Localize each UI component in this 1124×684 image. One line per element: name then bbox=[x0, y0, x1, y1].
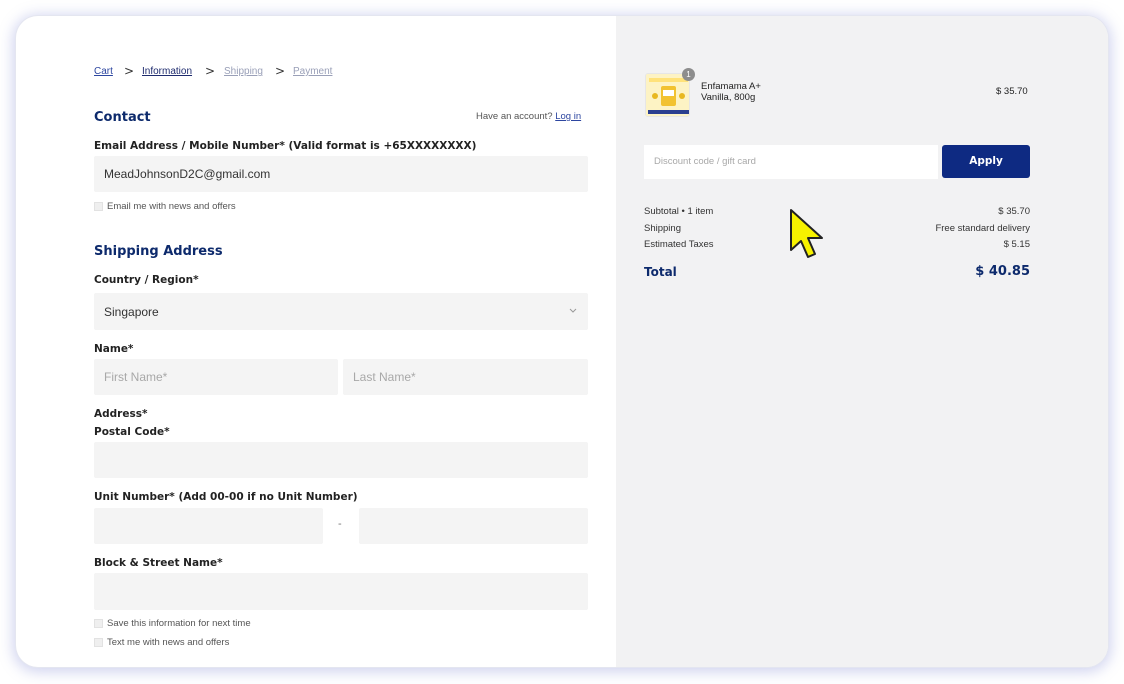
breadcrumb-shipping-link[interactable]: Shipping bbox=[224, 66, 263, 77]
newsletter-checkbox[interactable] bbox=[94, 202, 103, 211]
total-label: Total bbox=[644, 265, 677, 279]
street-name-input[interactable] bbox=[94, 573, 588, 610]
taxes-value: $ 5.15 bbox=[1003, 239, 1030, 250]
discount-code-input[interactable]: Discount code / gift card bbox=[644, 145, 938, 179]
newsletter-label: Email me with news and offers bbox=[107, 201, 236, 212]
mouse-cursor-icon bbox=[790, 209, 823, 258]
name-label: Name* bbox=[94, 343, 134, 355]
product-image-icon bbox=[646, 74, 689, 116]
chevron-down-icon bbox=[569, 308, 577, 313]
product-name-line2: Vanilla, 800g bbox=[701, 92, 756, 103]
country-label: Country / Region* bbox=[94, 274, 199, 286]
order-summary-panel: 1 Enfamama A+ Vanilla, 800g $ 35.70 Disc… bbox=[616, 16, 1108, 667]
save-info-checkbox[interactable] bbox=[94, 619, 103, 628]
country-select[interactable]: Singapore bbox=[94, 293, 588, 330]
account-prompt-text: Have an account? bbox=[476, 111, 553, 122]
product-name-line1: Enfamama A+ bbox=[701, 81, 761, 92]
subtotal-value: $ 35.70 bbox=[998, 206, 1030, 217]
shipping-value: Free standard delivery bbox=[935, 223, 1030, 234]
login-link[interactable]: Log in bbox=[555, 111, 581, 122]
total-value: $ 40.85 bbox=[975, 264, 1030, 279]
product-price: $ 35.70 bbox=[996, 86, 1028, 97]
product-name: Enfamama A+ Vanilla, 800g bbox=[701, 81, 761, 103]
address-label: Address* bbox=[94, 408, 148, 420]
street-name-label: Block & Street Name* bbox=[94, 557, 223, 569]
last-name-placeholder: Last Name* bbox=[353, 370, 416, 384]
shipping-address-heading: Shipping Address bbox=[94, 244, 223, 259]
postal-code-label: Postal Code* bbox=[94, 426, 170, 438]
breadcrumb-payment-link[interactable]: Payment bbox=[293, 66, 332, 77]
email-value: MeadJohnsonD2C@gmail.com bbox=[104, 167, 271, 181]
breadcrumb-information-link[interactable]: Information bbox=[142, 66, 192, 77]
account-prompt: Have an account? Log in bbox=[476, 111, 581, 122]
subtotal-label: Subtotal • 1 item bbox=[644, 206, 714, 217]
sms-checkbox[interactable] bbox=[94, 638, 103, 647]
checkout-window: Cart > Information > Shipping > Payment … bbox=[16, 16, 1108, 667]
first-name-input[interactable]: First Name* bbox=[94, 359, 338, 395]
taxes-label: Estimated Taxes bbox=[644, 239, 714, 250]
last-name-input[interactable]: Last Name* bbox=[343, 359, 588, 395]
apply-button[interactable]: Apply bbox=[942, 145, 1030, 178]
shipping-label: Shipping bbox=[644, 223, 681, 234]
product-thumbnail bbox=[645, 73, 690, 117]
contact-heading: Contact bbox=[94, 110, 151, 125]
unit-number-label: Unit Number* (Add 00-00 if no Unit Numbe… bbox=[94, 491, 358, 503]
unit-number-floor-input[interactable] bbox=[94, 508, 323, 544]
save-info-label: Save this information for next time bbox=[107, 618, 251, 629]
postal-code-input[interactable] bbox=[94, 442, 588, 478]
chevron-right-icon: > bbox=[124, 64, 135, 78]
email-label: Email Address / Mobile Number* (Valid fo… bbox=[94, 140, 477, 152]
unit-number-unit-input[interactable] bbox=[359, 508, 588, 544]
quantity-badge: 1 bbox=[682, 68, 695, 81]
sms-label: Text me with news and offers bbox=[107, 637, 230, 648]
country-value: Singapore bbox=[104, 304, 159, 319]
unit-separator: - bbox=[338, 518, 342, 530]
email-field[interactable]: MeadJohnsonD2C@gmail.com bbox=[94, 156, 588, 192]
first-name-placeholder: First Name* bbox=[104, 370, 168, 384]
chevron-right-icon: > bbox=[275, 64, 286, 78]
chevron-right-icon: > bbox=[205, 64, 216, 78]
discount-placeholder: Discount code / gift card bbox=[654, 156, 756, 167]
breadcrumb-cart-link[interactable]: Cart bbox=[94, 66, 113, 77]
